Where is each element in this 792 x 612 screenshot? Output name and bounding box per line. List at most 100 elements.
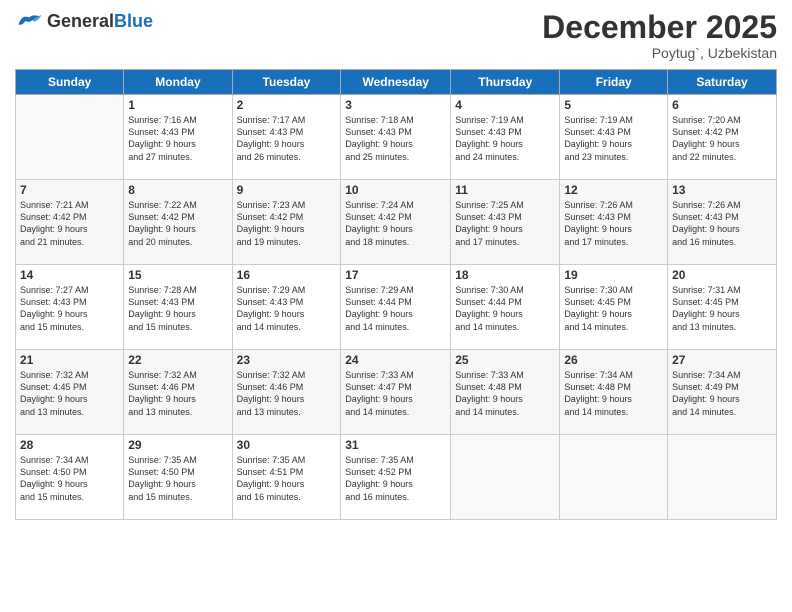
calendar-cell: 4 Sunrise: 7:19 AM Sunset: 4:43 PM Daylig… xyxy=(451,95,560,180)
day-number: 8 xyxy=(128,183,227,197)
calendar-cell: 25 Sunrise: 7:33 AM Sunset: 4:48 PM Dayli… xyxy=(451,350,560,435)
calendar-week-row: 28Sunrise: 7:34 AM Sunset: 4:50 PM Dayli… xyxy=(16,435,777,520)
day-info: Sunrise: 7:35 AM Sunset: 4:52 PM Dayligh… xyxy=(345,454,446,503)
calendar-week-row: 21Sunrise: 7:32 AM Sunset: 4:45 PM Dayli… xyxy=(16,350,777,435)
page: General Blue December 2025 Poytug`, Uzbe… xyxy=(0,0,792,612)
day-number: 28 xyxy=(20,438,119,452)
day-of-week-header: Sunday xyxy=(16,70,124,95)
day-info: Sunrise: 7:27 AM Sunset: 4:43 PM Dayligh… xyxy=(20,284,119,333)
logo-text: General Blue xyxy=(47,12,153,30)
day-info: Sunrise: 7:23 AM Sunset: 4:42 PM Dayligh… xyxy=(237,199,337,248)
day-info: Sunrise: 7:26 AM Sunset: 4:43 PM Dayligh… xyxy=(564,199,663,248)
day-info: Sunrise: 7:22 AM Sunset: 4:42 PM Dayligh… xyxy=(128,199,227,248)
calendar-cell: 23 Sunrise: 7:32 AM Sunset: 4:46 PM Dayli… xyxy=(232,350,341,435)
day-info: Sunrise: 7:29 AM Sunset: 4:43 PM Dayligh… xyxy=(237,284,337,333)
logo-general: General xyxy=(47,12,114,30)
logo-bird-icon xyxy=(15,10,43,32)
calendar-cell: 3 Sunrise: 7:18 AM Sunset: 4:43 PM Daylig… xyxy=(341,95,451,180)
day-info: Sunrise: 7:32 AM Sunset: 4:45 PM Dayligh… xyxy=(20,369,119,418)
day-number: 9 xyxy=(237,183,337,197)
day-number: 4 xyxy=(455,98,555,112)
calendar-cell: 15Sunrise: 7:28 AM Sunset: 4:43 PM Dayli… xyxy=(124,265,232,350)
day-info: Sunrise: 7:19 AM Sunset: 4:43 PM Dayligh… xyxy=(455,114,555,163)
day-info: Sunrise: 7:24 AM Sunset: 4:42 PM Dayligh… xyxy=(345,199,446,248)
day-of-week-header: Saturday xyxy=(668,70,777,95)
day-info: Sunrise: 7:20 AM Sunset: 4:42 PM Dayligh… xyxy=(672,114,772,163)
calendar-cell: 18Sunrise: 7:30 AM Sunset: 4:44 PM Dayli… xyxy=(451,265,560,350)
day-of-week-header: Tuesday xyxy=(232,70,341,95)
calendar-cell: 27 Sunrise: 7:34 AM Sunset: 4:49 PM Dayli… xyxy=(668,350,777,435)
calendar-cell: 22 Sunrise: 7:32 AM Sunset: 4:46 PM Dayli… xyxy=(124,350,232,435)
day-number: 29 xyxy=(128,438,227,452)
calendar-cell: 29 Sunrise: 7:35 AM Sunset: 4:50 PM Dayli… xyxy=(124,435,232,520)
calendar-week-row: 7Sunrise: 7:21 AM Sunset: 4:42 PM Daylig… xyxy=(16,180,777,265)
day-number: 17 xyxy=(345,268,446,282)
calendar-cell: 10 Sunrise: 7:24 AM Sunset: 4:42 PM Dayli… xyxy=(341,180,451,265)
day-number: 14 xyxy=(20,268,119,282)
day-number: 3 xyxy=(345,98,446,112)
day-of-week-header: Monday xyxy=(124,70,232,95)
day-info: Sunrise: 7:32 AM Sunset: 4:46 PM Dayligh… xyxy=(128,369,227,418)
calendar-cell: 14 Sunrise: 7:27 AM Sunset: 4:43 PM Dayli… xyxy=(16,265,124,350)
day-number: 10 xyxy=(345,183,446,197)
calendar-cell: 1 Sunrise: 7:16 AM Sunset: 4:43 PM Daylig… xyxy=(124,95,232,180)
calendar-cell: 17 Sunrise: 7:29 AM Sunset: 4:44 PM Dayli… xyxy=(341,265,451,350)
day-info: Sunrise: 7:17 AM Sunset: 4:43 PM Dayligh… xyxy=(237,114,337,163)
day-number: 26 xyxy=(564,353,663,367)
calendar-cell: 9 Sunrise: 7:23 AM Sunset: 4:42 PM Daylig… xyxy=(232,180,341,265)
day-number: 5 xyxy=(564,98,663,112)
calendar-cell: 26 Sunrise: 7:34 AM Sunset: 4:48 PM Dayli… xyxy=(560,350,668,435)
day-of-week-header: Wednesday xyxy=(341,70,451,95)
day-info: Sunrise: 7:16 AM Sunset: 4:43 PM Dayligh… xyxy=(128,114,227,163)
calendar-cell: 2 Sunrise: 7:17 AM Sunset: 4:43 PM Daylig… xyxy=(232,95,341,180)
day-info: Sunrise: 7:19 AM Sunset: 4:43 PM Dayligh… xyxy=(564,114,663,163)
day-number: 31 xyxy=(345,438,446,452)
calendar-cell: 5 Sunrise: 7:19 AM Sunset: 4:43 PM Daylig… xyxy=(560,95,668,180)
day-of-week-header: Friday xyxy=(560,70,668,95)
day-number: 22 xyxy=(128,353,227,367)
calendar-cell: 12 Sunrise: 7:26 AM Sunset: 4:43 PM Dayli… xyxy=(560,180,668,265)
day-info: Sunrise: 7:26 AM Sunset: 4:43 PM Dayligh… xyxy=(672,199,772,248)
day-info: Sunrise: 7:33 AM Sunset: 4:47 PM Dayligh… xyxy=(345,369,446,418)
day-number: 30 xyxy=(237,438,337,452)
day-info: Sunrise: 7:34 AM Sunset: 4:48 PM Dayligh… xyxy=(564,369,663,418)
logo: General Blue xyxy=(15,10,153,32)
calendar-header-row: SundayMondayTuesdayWednesdayThursdayFrid… xyxy=(16,70,777,95)
calendar-cell: 21Sunrise: 7:32 AM Sunset: 4:45 PM Dayli… xyxy=(16,350,124,435)
day-info: Sunrise: 7:25 AM Sunset: 4:43 PM Dayligh… xyxy=(455,199,555,248)
day-info: Sunrise: 7:28 AM Sunset: 4:43 PM Dayligh… xyxy=(128,284,227,333)
day-number: 12 xyxy=(564,183,663,197)
day-number: 24 xyxy=(345,353,446,367)
day-number: 6 xyxy=(672,98,772,112)
day-info: Sunrise: 7:34 AM Sunset: 4:49 PM Dayligh… xyxy=(672,369,772,418)
calendar-week-row: 14 Sunrise: 7:27 AM Sunset: 4:43 PM Dayli… xyxy=(16,265,777,350)
day-number: 25 xyxy=(455,353,555,367)
day-number: 13 xyxy=(672,183,772,197)
day-number: 11 xyxy=(455,183,555,197)
day-info: Sunrise: 7:32 AM Sunset: 4:46 PM Dayligh… xyxy=(237,369,337,418)
calendar-cell: 31 Sunrise: 7:35 AM Sunset: 4:52 PM Dayli… xyxy=(341,435,451,520)
day-number: 16 xyxy=(237,268,337,282)
day-number: 2 xyxy=(237,98,337,112)
day-number: 27 xyxy=(672,353,772,367)
calendar-cell: 20Sunrise: 7:31 AM Sunset: 4:45 PM Dayli… xyxy=(668,265,777,350)
day-info: Sunrise: 7:31 AM Sunset: 4:45 PM Dayligh… xyxy=(672,284,772,333)
day-number: 1 xyxy=(128,98,227,112)
calendar-cell xyxy=(451,435,560,520)
calendar-week-row: 1 Sunrise: 7:16 AM Sunset: 4:43 PM Daylig… xyxy=(16,95,777,180)
day-info: Sunrise: 7:35 AM Sunset: 4:51 PM Dayligh… xyxy=(237,454,337,503)
day-info: Sunrise: 7:33 AM Sunset: 4:48 PM Dayligh… xyxy=(455,369,555,418)
day-info: Sunrise: 7:18 AM Sunset: 4:43 PM Dayligh… xyxy=(345,114,446,163)
day-number: 19 xyxy=(564,268,663,282)
day-info: Sunrise: 7:29 AM Sunset: 4:44 PM Dayligh… xyxy=(345,284,446,333)
logo-blue: Blue xyxy=(114,12,153,30)
day-number: 23 xyxy=(237,353,337,367)
day-info: Sunrise: 7:35 AM Sunset: 4:50 PM Dayligh… xyxy=(128,454,227,503)
day-number: 18 xyxy=(455,268,555,282)
calendar-cell xyxy=(668,435,777,520)
day-info: Sunrise: 7:30 AM Sunset: 4:45 PM Dayligh… xyxy=(564,284,663,333)
calendar-cell: 28Sunrise: 7:34 AM Sunset: 4:50 PM Dayli… xyxy=(16,435,124,520)
calendar-cell xyxy=(16,95,124,180)
calendar-cell: 30 Sunrise: 7:35 AM Sunset: 4:51 PM Dayli… xyxy=(232,435,341,520)
calendar-cell: 19 Sunrise: 7:30 AM Sunset: 4:45 PM Dayli… xyxy=(560,265,668,350)
